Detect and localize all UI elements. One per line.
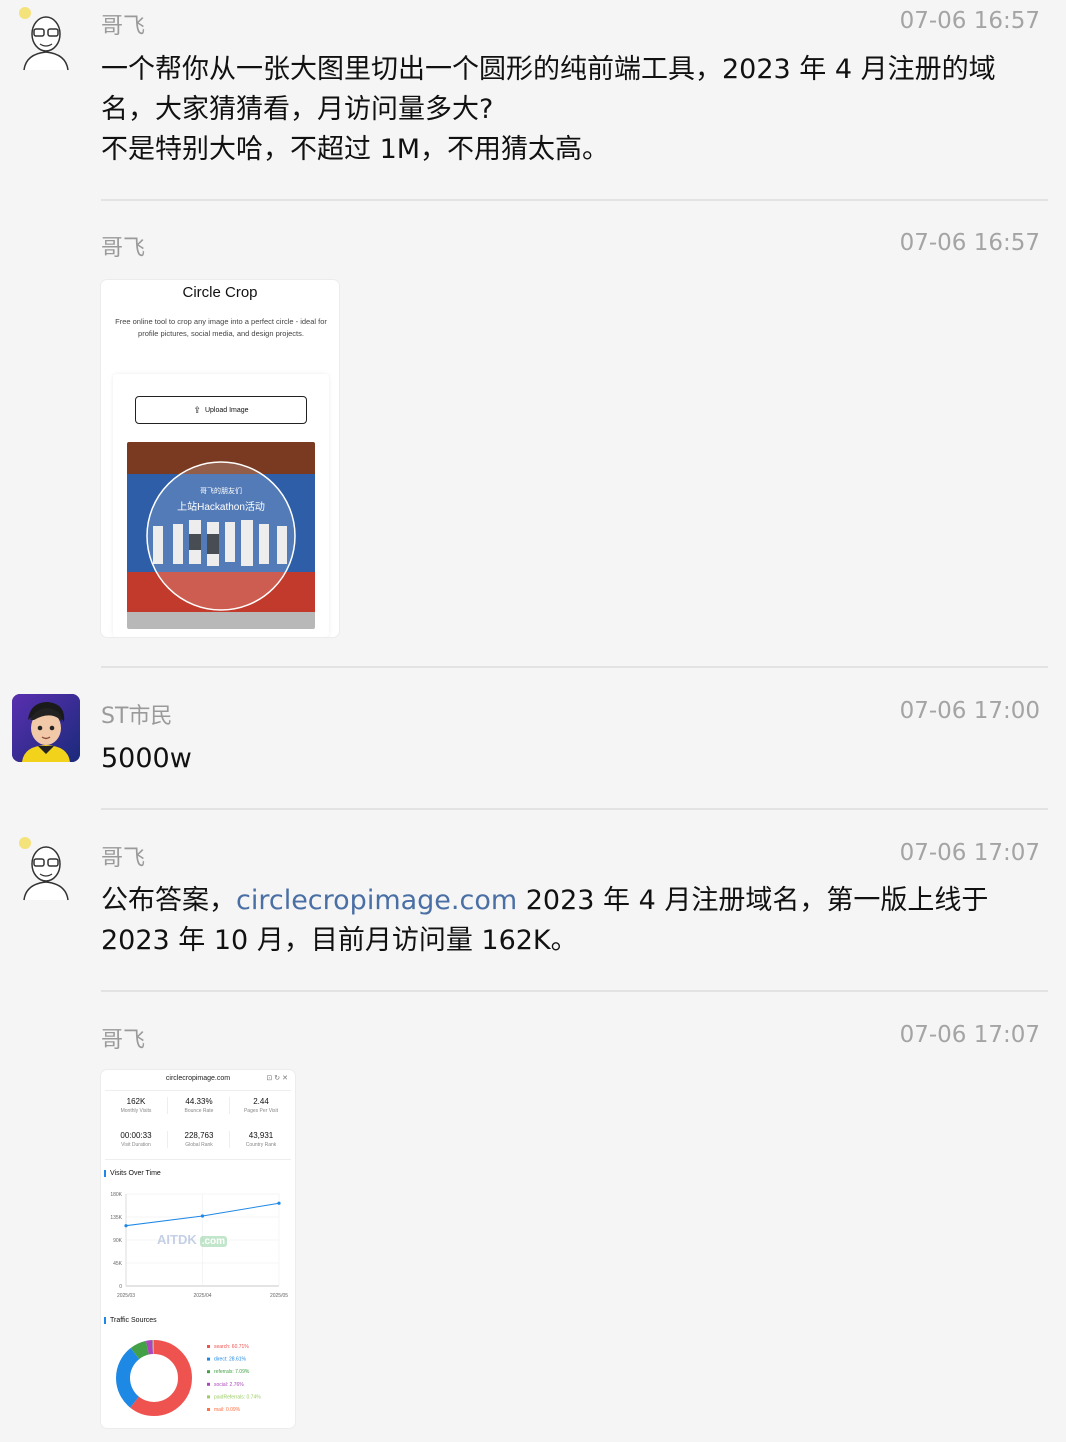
domain-link[interactable]: circlecropimage.com	[236, 885, 517, 916]
message-time: 07-06 17:07	[899, 1022, 1040, 1048]
stat-pages-per-visit: 2.44 Pages Per Visit	[229, 1097, 292, 1114]
message-time: 07-06 16:57	[899, 8, 1040, 34]
message-divider	[101, 199, 1048, 201]
legend-swatch	[207, 1357, 210, 1361]
y-tick-label: 135K	[110, 1215, 122, 1221]
avatar-portrait-icon	[12, 4, 80, 72]
sender-name: ST市民	[101, 704, 173, 729]
traffic-section-title: Traffic Sources	[104, 1317, 157, 1324]
legend-label: social: 2.76%	[214, 1382, 244, 1388]
circle-crop-title: Circle Crop	[182, 284, 258, 301]
message-divider	[101, 808, 1048, 810]
message-text: 5000w	[101, 743, 192, 774]
message-text: 公布答案，circlecropimage.com 2023 年 4 月注册域名，…	[101, 881, 1026, 961]
avatar-gefei[interactable]	[12, 4, 80, 72]
legend-swatch	[207, 1370, 210, 1374]
avatar-portrait-icon	[12, 834, 80, 902]
visits-data-point[interactable]	[200, 1214, 205, 1218]
stat-bounce-rate: 44.33% Bounce Rate	[167, 1097, 230, 1114]
message-time: 07-06 17:00	[899, 698, 1040, 724]
stat-label: Country Rank	[245, 1142, 277, 1148]
stat-value: 00:00:33	[120, 1131, 152, 1140]
visits-line-chart: 180K 135K 90K 45K 0 2025/03 2025/04 2025/05	[110, 1192, 288, 1299]
x-tick-label: 2025/04	[193, 1293, 211, 1299]
screenshot-image-circle-crop[interactable]: Circle Crop Free online tool to crop any…	[101, 280, 339, 637]
x-tick-label: 2025/05	[270, 1293, 288, 1299]
traffic-donut-chart: search: 60.71% direct: 28.61% referrals: 7…	[116, 1340, 261, 1416]
sender-name: 哥飞	[101, 236, 146, 261]
y-tick-label: 90K	[113, 1238, 123, 1244]
stat-value: 228,763	[184, 1131, 214, 1140]
message-text: 一个帮你从一张大图里切出一个圆形的纯前端工具，2023 年 4 月注册的域名，大…	[101, 54, 996, 165]
legend-label: referrals: 7.09%	[214, 1369, 250, 1375]
photo-caption-2: 上站Hackathon活动	[177, 502, 265, 513]
avatar-st[interactable]	[12, 694, 80, 762]
legend-label: search: 60.71%	[214, 1344, 249, 1350]
upload-image-button[interactable]: ⇪ Upload Image	[135, 396, 307, 424]
legend-label: direct: 28.61%	[214, 1357, 247, 1363]
stats-grid: 162K Monthly Visits 44.33% Bounce Rate 2…	[105, 1090, 291, 1160]
event-photo: 哥飞的朋友们 上站Hackathon活动	[127, 442, 315, 629]
y-tick-label: 45K	[113, 1261, 123, 1267]
stat-label: Monthly Visits	[120, 1108, 152, 1114]
x-tick-label: 2025/03	[117, 1293, 135, 1299]
watermark-suffix: .com	[199, 1236, 228, 1247]
message-time: 07-06 16:57	[899, 230, 1040, 256]
visits-title-text: Visits Over Time	[110, 1170, 161, 1177]
stat-value: 44.33%	[185, 1097, 213, 1106]
stat-label: Visit Duration	[121, 1142, 151, 1148]
visits-data-point[interactable]	[277, 1201, 281, 1205]
close-icon[interactable]: ✕	[282, 1075, 290, 1082]
event-photo-graphic	[127, 442, 315, 629]
watermark-text: AITDK	[157, 1232, 197, 1247]
stat-value: 43,931	[248, 1131, 274, 1140]
legend-swatch	[207, 1395, 210, 1399]
stat-visit-duration: 00:00:33 Visit Duration	[105, 1131, 167, 1148]
sender-name: 哥飞	[101, 14, 146, 39]
stat-label: Global Rank	[185, 1142, 213, 1148]
legend-label: mail: 0.09%	[214, 1407, 241, 1413]
visits-section-title: Visits Over Time	[104, 1170, 161, 1177]
refresh-icon[interactable]: ↻	[274, 1075, 282, 1082]
upload-button-label: Upload Image	[204, 406, 249, 414]
circle-crop-subtitle: Free online tool to crop any image into …	[115, 317, 327, 338]
y-tick-label: 180K	[110, 1192, 122, 1198]
legend-swatch	[207, 1408, 210, 1411]
avatar-gefei[interactable]	[12, 834, 80, 902]
legend-swatch	[207, 1382, 210, 1386]
legend-swatch	[207, 1345, 210, 1348]
legend-label: paidReferrals: 0.74%	[214, 1394, 261, 1400]
message-time: 07-06 17:07	[899, 840, 1040, 866]
aitdk-watermark: AITDK .com	[157, 1232, 228, 1247]
photo-caption-1: 哥飞的朋友们	[200, 488, 242, 495]
visits-data-point[interactable]	[124, 1224, 128, 1228]
stat-global-rank: 228,763 Global Rank	[167, 1131, 230, 1148]
stat-value: 162K	[126, 1097, 146, 1106]
sender-name: 哥飞	[101, 1028, 146, 1053]
stat-value: 2.44	[253, 1097, 269, 1106]
y-tick-label: 0	[119, 1284, 122, 1290]
answer-text-before: 公布答案，	[101, 885, 236, 916]
stat-country-rank: 43,931 Country Rank	[229, 1131, 292, 1148]
screenshot-image-traffic-stats[interactable]: circlecropimage.com ⊡↻✕ 162K Monthly Vis…	[101, 1070, 295, 1428]
message-divider	[101, 666, 1048, 668]
message-divider	[101, 990, 1048, 992]
upload-icon: ⇪	[193, 404, 201, 415]
sender-name: 哥飞	[101, 846, 146, 871]
stats-window-icons: ⊡↻✕	[266, 1074, 290, 1082]
stat-label: Pages Per Visit	[243, 1108, 279, 1114]
avatar-cartoon-icon	[12, 694, 80, 762]
traffic-title-text: Traffic Sources	[110, 1317, 157, 1324]
stat-monthly-visits: 162K Monthly Visits	[105, 1097, 167, 1114]
stat-label: Bounce Rate	[184, 1108, 214, 1114]
upload-panel: ⇪ Upload Image 哥飞的朋友们 上站Hackathon活动	[113, 374, 329, 637]
